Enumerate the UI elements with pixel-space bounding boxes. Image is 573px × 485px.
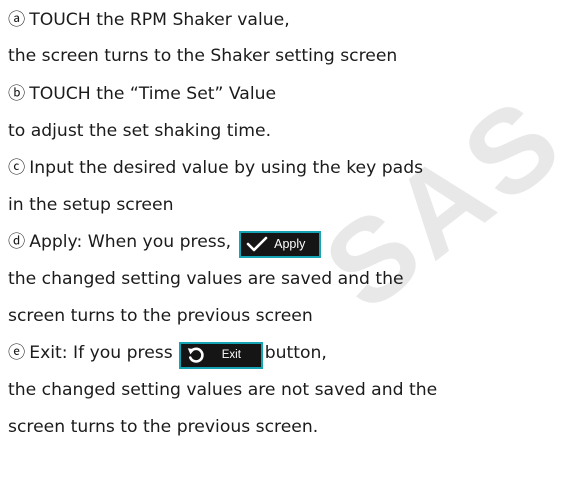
step-d-continued-2: screen turns to the previous screen <box>8 304 313 328</box>
step-b-text-2: to adjust the set shaking time. <box>8 121 272 141</box>
step-d-text-3: screen turns to the previous screen <box>8 306 313 326</box>
step-a-line: ⓐ TOUCH the RPM Shaker value, <box>8 8 290 32</box>
step-b-line: ⓑ TOUCH the “Time Set” Value <box>8 82 276 106</box>
step-a-text: TOUCH the RPM Shaker value, <box>29 10 290 30</box>
checkmark-icon <box>246 236 268 252</box>
apply-button-label: Apply <box>274 237 306 251</box>
exit-button-label: Exit <box>221 349 241 361</box>
step-e-continued: the changed setting values are not saved… <box>8 378 437 402</box>
step-e-marker: ⓔ <box>8 343 26 363</box>
step-b-continued: to adjust the set shaking time. <box>8 119 271 143</box>
step-c-text: Input the desired value by using the key… <box>29 158 424 178</box>
apply-button[interactable]: Apply <box>239 230 322 258</box>
step-a-text-2: the screen turns to the Shaker setting s… <box>8 46 398 66</box>
step-b-text: TOUCH the “Time Set” Value <box>29 84 277 104</box>
step-e-text-before: Exit: If you press <box>29 343 173 363</box>
undo-arrow-icon <box>186 345 206 365</box>
step-a-marker: ⓐ <box>8 10 26 30</box>
exit-button[interactable]: Exit <box>178 341 263 369</box>
watermark: SAS <box>301 71 573 336</box>
step-d-marker: ⓓ <box>8 232 26 252</box>
step-e-line: ⓔ Exit: If you press Exit button, <box>8 341 327 369</box>
manual-page: SAS ⓐ TOUCH the RPM Shaker value, the sc… <box>0 0 573 485</box>
step-e-text-2: the changed setting values are not saved… <box>8 380 438 400</box>
step-c-marker: ⓒ <box>8 158 26 178</box>
step-d-text: Apply: When you press, <box>29 232 232 252</box>
step-c-continued: in the setup screen <box>8 193 173 217</box>
step-e-text-after: button, <box>264 343 327 363</box>
step-c-line: ⓒ Input the desired value by using the k… <box>8 156 423 180</box>
step-b-marker: ⓑ <box>8 84 26 104</box>
step-a-continued: the screen turns to the Shaker setting s… <box>8 44 397 68</box>
step-e-text-3: screen turns to the previous screen. <box>8 417 319 437</box>
step-d-text-2: the changed setting values are saved and… <box>8 269 404 289</box>
step-c-text-2: in the setup screen <box>8 195 174 215</box>
step-e-continued-2: screen turns to the previous screen. <box>8 415 318 439</box>
step-d-continued: the changed setting values are saved and… <box>8 267 404 291</box>
step-d-line: ⓓ Apply: When you press, Apply <box>8 230 323 258</box>
